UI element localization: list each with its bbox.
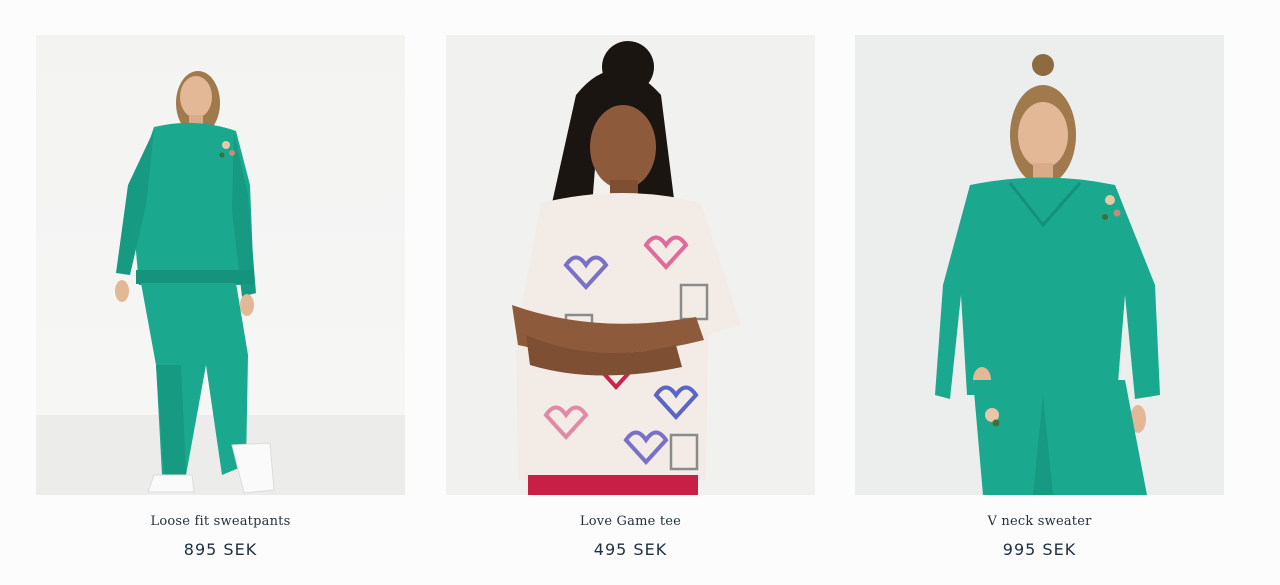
product-image[interactable] xyxy=(36,35,405,495)
product-name[interactable]: V neck sweater xyxy=(855,514,1224,529)
product-price: 895 SEK xyxy=(183,540,258,559)
product-name[interactable]: Loose fit sweatpants xyxy=(36,514,405,529)
product-grid: Loose fit sweatpants 895 SEK Love Game t… xyxy=(0,0,1280,585)
product-image[interactable] xyxy=(446,35,815,495)
product-card[interactable]: V neck sweater 995 SEK xyxy=(855,35,1224,575)
product-price: 995 SEK xyxy=(1002,540,1077,559)
product-name[interactable]: Love Game tee xyxy=(446,514,815,529)
product-card[interactable]: Love Game tee 495 SEK xyxy=(446,35,815,575)
product-price: 495 SEK xyxy=(593,540,668,559)
product-image[interactable] xyxy=(855,35,1224,495)
product-card[interactable]: Loose fit sweatpants 895 SEK xyxy=(36,35,405,575)
